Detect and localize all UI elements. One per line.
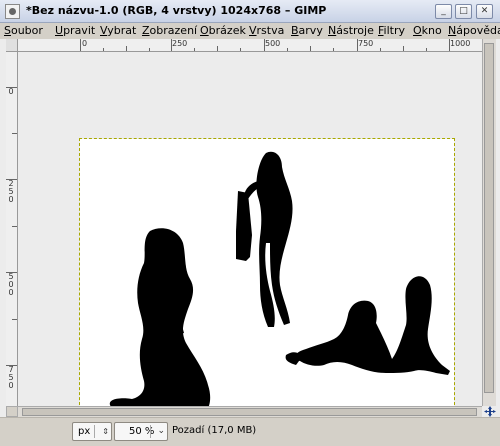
- window-title: *Bez názvu-1.0 (RGB, 4 vrstvy) 1024x768 …: [26, 4, 327, 17]
- menu-filtry[interactable]: Filtry: [378, 24, 405, 37]
- ruler-label: 0: [82, 39, 88, 48]
- zoom-selector[interactable]: 50 % ⌄: [114, 422, 168, 441]
- ruler-corner[interactable]: [6, 39, 18, 52]
- menu-napoveda[interactable]: Nápověda: [448, 24, 500, 37]
- menu-bar: Soubor Upravit Vybrat Zobrazení Obrázek …: [0, 23, 500, 39]
- close-button[interactable]: ✕: [476, 4, 493, 19]
- unit-selector[interactable]: px ⇕: [72, 422, 112, 441]
- vertical-ruler[interactable]: 0 2 5 0 5 0 0 7 5 0: [6, 52, 18, 406]
- menu-vybrat[interactable]: Vybrat: [100, 24, 136, 37]
- gimp-app-icon[interactable]: [5, 4, 20, 19]
- vertical-scroll-thumb[interactable]: [484, 43, 494, 393]
- unit-value: px: [78, 426, 91, 437]
- ruler-label: 750: [358, 39, 374, 48]
- silhouettes-image: [109, 151, 450, 413]
- image-canvas[interactable]: [79, 138, 455, 420]
- menu-upravit[interactable]: Upravit: [55, 24, 95, 37]
- ruler-label: 250: [172, 39, 188, 48]
- vertical-scrollbar[interactable]: [482, 39, 496, 406]
- ruler-label: 1000: [450, 39, 471, 48]
- status-bar: px ⇕ 50 % ⌄ Pozadí (17,0 MB): [0, 417, 500, 446]
- horizontal-scroll-thumb[interactable]: [22, 408, 477, 416]
- horizontal-scrollbar[interactable]: [18, 406, 482, 417]
- title-bar: *Bez názvu-1.0 (RGB, 4 vrstvy) 1024x768 …: [0, 0, 500, 23]
- ruler-label: 0: [8, 87, 14, 96]
- ruler-label: 5 0 0: [8, 272, 14, 297]
- layer-status: Pozadí (17,0 MB): [172, 425, 257, 436]
- ruler-label: 2 5 0: [8, 179, 14, 204]
- ruler-label: 500: [265, 39, 281, 48]
- quick-mask-toggle[interactable]: [6, 406, 18, 417]
- menu-soubor[interactable]: Soubor: [4, 24, 43, 37]
- menu-nastroje[interactable]: Nástroje: [328, 24, 374, 37]
- spin-arrows-icon: ⇕: [102, 427, 109, 436]
- menu-barvy[interactable]: Barvy: [291, 24, 323, 37]
- horizontal-ruler[interactable]: 0 250 500 750 1000: [18, 39, 482, 52]
- menu-obrazek[interactable]: Obrázek: [200, 24, 246, 37]
- menu-vrstva[interactable]: Vrstva: [249, 24, 284, 37]
- canvas-area[interactable]: [18, 52, 482, 420]
- menu-zobrazeni[interactable]: Zobrazení: [142, 24, 197, 37]
- ruler-label: 7 5 0: [8, 365, 14, 390]
- minimize-button[interactable]: _: [435, 4, 452, 19]
- menu-okno[interactable]: Okno: [413, 24, 442, 37]
- maximize-button[interactable]: □: [455, 4, 472, 19]
- navigate-icon[interactable]: [484, 406, 496, 417]
- chevron-down-icon: ⌄: [157, 426, 165, 436]
